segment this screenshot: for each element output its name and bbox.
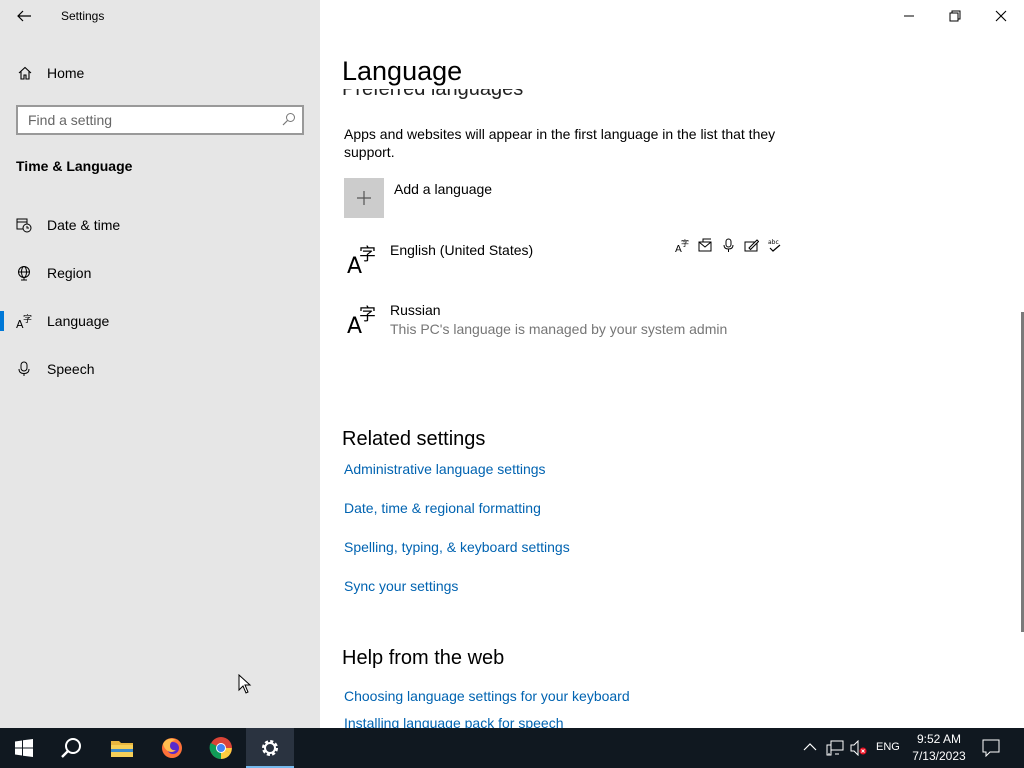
language-pack-icon: A字: [674, 237, 691, 254]
sidebar: Settings Home Find a setting Time & Lang…: [0, 0, 320, 728]
action-center-icon[interactable]: [982, 739, 1000, 762]
globe-icon: [16, 265, 32, 286]
help-heading: Help from the web: [342, 647, 505, 669]
description: Apps and websites will appear in the fir…: [344, 126, 776, 160]
language-subtitle: This PC's language is managed by your sy…: [390, 321, 728, 337]
link-date-time-regional-formatting[interactable]: Date, time & regional formatting: [344, 500, 541, 516]
sidebar-item-language[interactable]: A字 Language: [0, 301, 320, 341]
start-icon: [15, 739, 33, 757]
sidebar-item-label: Speech: [47, 361, 95, 377]
mouse-cursor-icon: [238, 673, 252, 699]
close-icon: [995, 10, 1007, 22]
calendar-clock-icon: [16, 217, 32, 238]
sidebar-item-date-time[interactable]: Date & time: [0, 205, 320, 245]
related-settings-heading: Related settings: [342, 428, 486, 450]
clock-time: 9:52 AM: [916, 732, 962, 746]
nav-home[interactable]: Home: [0, 58, 320, 88]
spelling-icon: abc: [766, 237, 783, 254]
plus-tile: [344, 178, 384, 218]
plus-icon: [357, 191, 371, 205]
minimize-icon: [904, 15, 914, 17]
svg-text:字: 字: [359, 245, 376, 265]
svg-text:字: 字: [681, 238, 689, 248]
handwriting-icon: [743, 237, 760, 254]
add-language-button[interactable]: Add a language: [344, 178, 492, 218]
sidebar-item-label: Language: [47, 313, 110, 329]
link-spelling-typing-keyboard[interactable]: Spelling, typing, & keyboard settings: [344, 539, 570, 555]
volume-muted-icon[interactable]: [850, 739, 868, 761]
link-sync-settings[interactable]: Sync your settings: [344, 578, 458, 594]
language-name: Russian: [390, 302, 441, 318]
chrome-icon: [209, 737, 232, 759]
speech-icon: [720, 237, 737, 254]
taskbar: ENG 9:52 AM 7/13/2023: [0, 728, 1024, 768]
tray-chevron-up-icon[interactable]: [803, 740, 817, 759]
svg-text:字: 字: [359, 305, 376, 325]
clock-date: 7/13/2023: [912, 749, 966, 763]
link-keyboard-language-help[interactable]: Choosing language settings for your keyb…: [344, 688, 630, 704]
language-glyph-icon: A字: [344, 240, 378, 281]
app-title: Settings: [61, 9, 105, 23]
search-placeholder: Find a setting: [28, 112, 113, 128]
input-language-indicator[interactable]: ENG: [876, 741, 900, 753]
page-title: Language: [342, 56, 471, 87]
sidebar-item-speech[interactable]: Speech: [0, 349, 320, 389]
search-input[interactable]: Find a setting: [16, 105, 304, 135]
taskbar-file-explorer[interactable]: [98, 728, 146, 768]
language-features: A字 abc: [674, 237, 783, 254]
svg-text:字: 字: [23, 313, 32, 325]
microphone-icon: [16, 361, 32, 382]
svg-text:abc: abc: [768, 239, 779, 246]
file-explorer-icon: [111, 741, 133, 757]
main-content: Preferred languages Language Apps and we…: [320, 0, 1024, 728]
taskbar-search-button[interactable]: [48, 728, 96, 768]
search-icon: [282, 112, 296, 131]
link-speech-language-pack[interactable]: Installing language pack for speech: [344, 715, 563, 728]
back-button[interactable]: [8, 4, 40, 28]
minimize-button[interactable]: [886, 0, 932, 32]
settings-icon: [262, 740, 278, 756]
back-arrow-icon: [17, 10, 31, 22]
taskbar-settings[interactable]: [246, 728, 294, 768]
add-language-label: Add a language: [394, 181, 493, 197]
home-label: Home: [47, 65, 85, 81]
restore-button[interactable]: [932, 0, 978, 32]
language-name: English (United States): [390, 242, 534, 258]
section-title: Time & Language: [16, 158, 133, 174]
sidebar-item-label: Region: [47, 265, 92, 281]
restore-icon: [949, 10, 961, 22]
language-glyph-icon: A字: [344, 300, 378, 341]
close-button[interactable]: [978, 0, 1024, 32]
firefox-icon: [162, 738, 182, 758]
taskbar-firefox[interactable]: [148, 728, 196, 768]
language-item-russian[interactable]: A字 Russian This PC's language is managed…: [344, 300, 784, 350]
language-icon: A字: [16, 313, 32, 334]
network-icon[interactable]: [826, 740, 844, 761]
link-administrative-language-settings[interactable]: Administrative language settings: [344, 461, 546, 477]
taskbar-chrome[interactable]: [197, 728, 245, 768]
start-button[interactable]: [0, 728, 48, 768]
display-language-icon: [697, 237, 714, 254]
home-icon: [17, 65, 33, 86]
clock[interactable]: 9:52 AM 7/13/2023: [905, 731, 973, 765]
search-icon: [61, 738, 81, 758]
sidebar-item-region[interactable]: Region: [0, 253, 320, 293]
sidebar-item-label: Date & time: [47, 217, 121, 233]
